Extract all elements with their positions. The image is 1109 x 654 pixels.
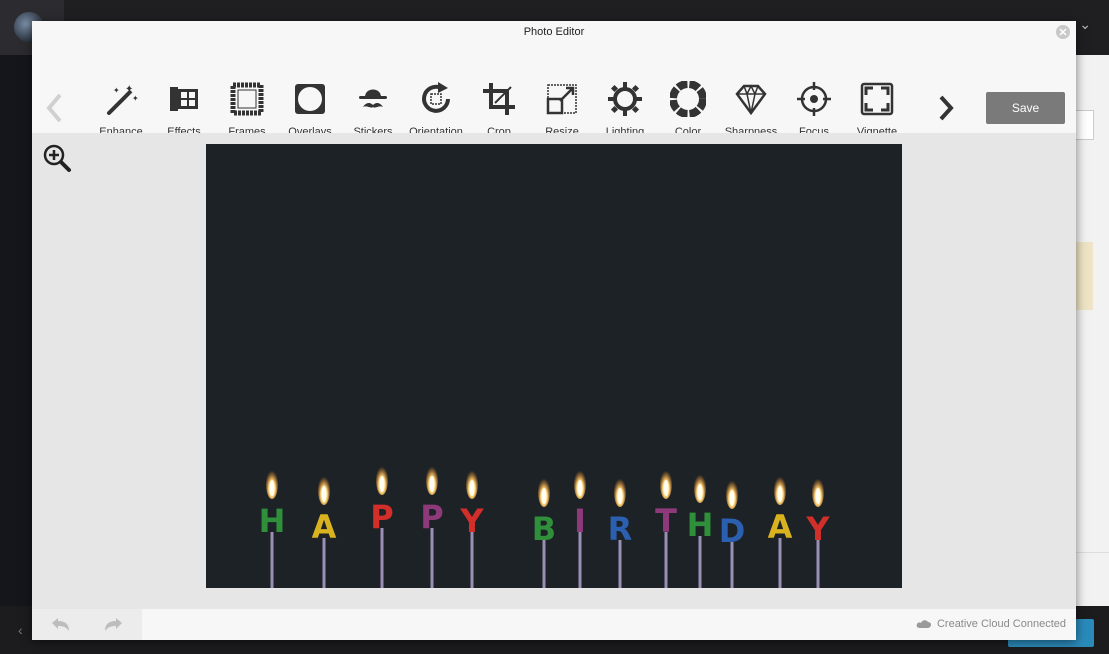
cc-status-label: Creative Cloud Connected [936, 618, 1066, 630]
previous-tools-button[interactable] [42, 90, 68, 126]
svg-text:Y: Y [459, 502, 484, 540]
crosshair-icon [797, 82, 831, 116]
history-controls [32, 609, 142, 640]
background-input [1076, 110, 1094, 140]
undo-button[interactable] [48, 615, 72, 635]
cc-status: Creative Cloud Connected [916, 618, 1066, 630]
svg-text:✦: ✦ [113, 86, 120, 95]
diamond-icon [735, 84, 767, 116]
svg-text:Y: Y [805, 510, 830, 548]
editor-footer: Creative Cloud Connected [32, 609, 1076, 640]
chevron-right-icon [939, 95, 954, 121]
save-button[interactable]: Save [986, 92, 1065, 124]
svg-text:A: A [312, 508, 337, 546]
close-icon [1059, 28, 1067, 36]
svg-text:I: I [574, 502, 586, 540]
zoom-in-icon [43, 144, 71, 172]
sun-icon [608, 82, 642, 116]
svg-text:P: P [420, 498, 443, 536]
svg-text:H: H [687, 506, 714, 544]
vignette-icon [860, 82, 894, 116]
frame-icon [230, 82, 264, 116]
redo-icon [105, 618, 122, 631]
svg-text:A: A [768, 508, 793, 546]
resize-icon [546, 84, 577, 115]
film-strip-icon [170, 87, 198, 111]
zoom-in-button[interactable] [42, 143, 72, 173]
chevron-left-icon [46, 93, 62, 123]
svg-text:B: B [532, 510, 556, 548]
magic-wand-icon: ✦✦✦ [107, 84, 139, 115]
chevron-down-icon[interactable]: ⌄ [1079, 16, 1091, 33]
undo-icon [52, 618, 69, 631]
tools-toolbar: ✦ ✦ ✦ Enhance Effects Frames Overlays Stickers O… [32, 43, 1076, 138]
creative-cloud-icon [916, 620, 932, 628]
canvas-area: HAPPYBIRTHDAY [32, 133, 1076, 609]
title-bar: Photo Editor [32, 21, 1076, 43]
chevron-left-icon: ‹ [18, 622, 23, 638]
background-divider [1076, 552, 1109, 553]
next-tools-button[interactable] [933, 90, 959, 126]
birthday-candles-photo: HAPPYBIRTHDAY [206, 144, 902, 588]
overlay-icon [295, 84, 325, 114]
background-notice [1076, 242, 1093, 310]
photo-canvas[interactable]: HAPPYBIRTHDAY [206, 144, 902, 588]
background-left-panel [0, 55, 34, 606]
redo-button[interactable] [102, 615, 126, 635]
rotate-icon [422, 82, 450, 113]
svg-text:H: H [259, 502, 286, 540]
svg-text:D: D [719, 512, 746, 550]
svg-text:R: R [608, 510, 633, 548]
crop-icon [483, 83, 515, 115]
svg-text:T: T [655, 502, 677, 540]
photo-editor-modal: Photo Editor ✦ ✦ ✦ Enhance Effects Frames Over… [32, 21, 1076, 640]
svg-text:✦: ✦ [132, 94, 139, 103]
close-button[interactable] [1056, 25, 1070, 39]
hat-mustache-icon [359, 89, 387, 108]
color-wheel-icon [670, 81, 706, 117]
svg-text:P: P [370, 498, 393, 536]
window-title: Photo Editor [523, 26, 585, 38]
